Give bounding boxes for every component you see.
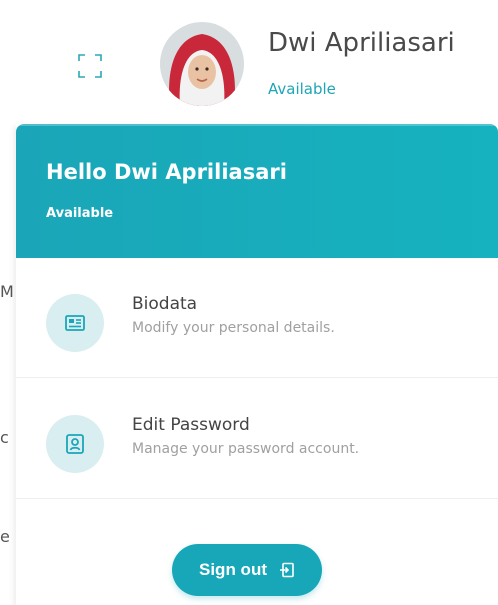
background-text: c <box>0 428 9 447</box>
user-avatar-photo <box>160 22 244 106</box>
greeting-text: Hello Dwi Apriliasari <box>46 160 287 184</box>
dropdown-header: Hello Dwi Apriliasari Available <box>16 124 498 258</box>
sign-out-label: Sign out <box>199 560 267 579</box>
user-lock-icon <box>66 434 84 454</box>
fullscreen-icon[interactable] <box>76 52 104 80</box>
menu-item-biodata[interactable]: Biodata Modify your personal details. <box>16 258 498 378</box>
user-status: Available <box>268 80 336 98</box>
avatar[interactable] <box>160 22 244 106</box>
menu-item-title: Biodata <box>132 294 198 314</box>
user-dropdown-menu: Hello Dwi Apriliasari Available Biodata … <box>16 124 498 605</box>
menu-item-description: Manage your password account. <box>132 441 360 457</box>
menu-item-edit-password[interactable]: Edit Password Manage your password accou… <box>16 379 498 499</box>
menu-item-description: Modify your personal details. <box>132 320 335 336</box>
menu-item-title: Edit Password <box>132 415 250 435</box>
logout-icon <box>279 562 295 578</box>
icon-circle <box>46 294 104 352</box>
background-text: e <box>0 527 10 546</box>
sign-out-button[interactable]: Sign out <box>172 544 322 596</box>
background-text: M <box>0 282 14 301</box>
top-header: Dwi Apriliasari Available <box>0 0 498 120</box>
icon-circle <box>46 415 104 473</box>
user-name: Dwi Apriliasari <box>268 28 455 58</box>
id-card-icon <box>65 315 85 331</box>
dropdown-status: Available <box>46 206 114 221</box>
